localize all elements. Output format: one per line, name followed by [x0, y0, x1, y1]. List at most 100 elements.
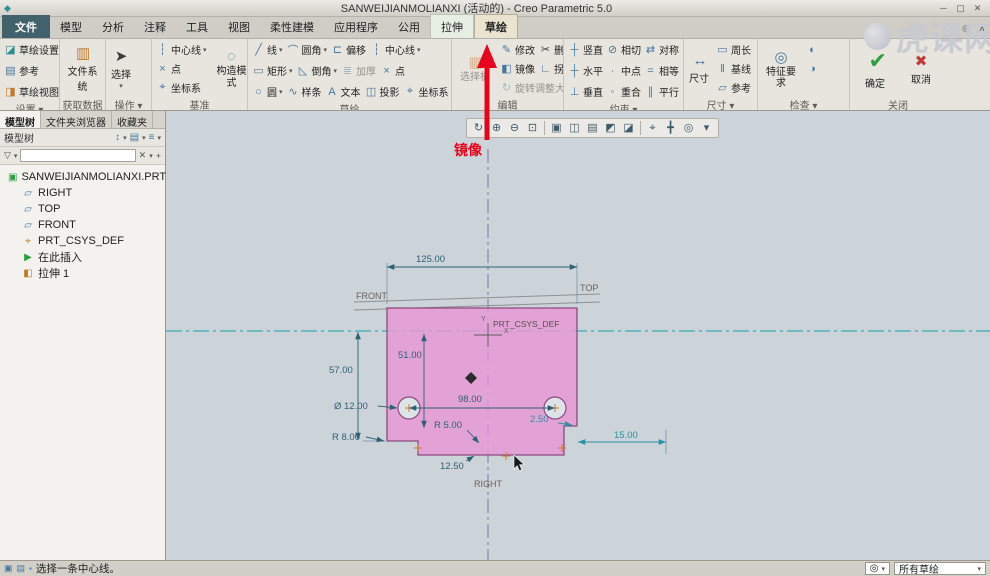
fillet-button[interactable]: ⌒ 圆角 ▾	[285, 40, 330, 59]
navigator-toggle-icon[interactable]: ▣	[4, 563, 13, 574]
tab-analysis[interactable]: 分析	[92, 15, 134, 38]
tab-annotate[interactable]: 注释	[134, 15, 176, 38]
tab-file[interactable]: 文件	[2, 15, 50, 38]
tree-item-front-plane[interactable]: ▱ FRONT	[0, 217, 165, 233]
datum-centerline-button[interactable]: ┆ 中心线 ▾	[154, 40, 209, 59]
tab-applications[interactable]: 应用程序	[324, 15, 388, 38]
saved-views-icon[interactable]: ▣	[548, 120, 565, 136]
point-display-icon[interactable]: ⌖	[644, 120, 661, 136]
references-button[interactable]: ▤ 参考	[2, 61, 57, 80]
filter-dropdown-caret-icon[interactable]: ▾	[149, 152, 153, 160]
tab-favorites[interactable]: 收藏夹	[112, 111, 153, 129]
refit-icon[interactable]: ⊡	[524, 120, 541, 136]
tree-item-right-plane[interactable]: ▱ RIGHT	[0, 185, 165, 201]
modify-button[interactable]: ✎ 修改	[498, 40, 537, 59]
repaint-icon[interactable]: ↻	[470, 120, 487, 136]
tab-folder-browser[interactable]: 文件夹浏览器	[41, 111, 112, 129]
palette-button[interactable]: ▦ 选择板	[454, 40, 496, 97]
tab-model[interactable]: 模型	[50, 15, 92, 38]
filter-clear-icon[interactable]: ✕	[139, 150, 147, 161]
file-system-button[interactable]: ▥ 文件系统	[62, 40, 103, 97]
ribbon-collapse-icon[interactable]: ∧	[974, 23, 990, 38]
offset-button[interactable]: ⊏ 偏移	[329, 40, 368, 59]
delete-segment-button[interactable]: ✂删除段	[537, 40, 563, 59]
horizontal-constraint-button[interactable]: ┼ 水平	[566, 61, 604, 80]
tab-extrude[interactable]: 拉伸	[430, 14, 474, 38]
sketch-section[interactable]	[386, 307, 578, 456]
dim-height[interactable]: 57.00	[329, 332, 385, 442]
tree-columns-caret-icon[interactable]: ▾	[142, 134, 146, 142]
sketch-setup-button[interactable]: ◪ 草绘设置	[2, 40, 59, 59]
tree-item-insert-here[interactable]: ▶ 在此插入	[0, 249, 165, 265]
tab-model-tree[interactable]: 模型树	[0, 111, 41, 129]
tangent-constraint-button[interactable]: ⊘ 相切	[604, 40, 642, 59]
tree-columns-icon[interactable]: ▤	[130, 132, 139, 143]
maximize-button[interactable]: ▢	[952, 3, 969, 14]
sketch-view-button[interactable]: ◨ 草绘视图	[2, 82, 59, 101]
project-button[interactable]: ◫ 投影	[363, 82, 402, 101]
csys-display-icon[interactable]: ╋	[662, 120, 679, 136]
tree-toggle-icon[interactable]: ↕	[115, 132, 120, 143]
tree-item-csys[interactable]: ⌖ PRT_CSYS_DEF	[0, 233, 165, 249]
parallel-constraint-button[interactable]: ∥ 平行	[642, 82, 680, 101]
feature-requirements-button[interactable]: ◎ 特征要求	[760, 40, 802, 97]
tree-settings-caret-icon[interactable]: ▾	[157, 134, 161, 142]
display-style-icon[interactable]: ◫	[566, 120, 583, 136]
sketch-point-button[interactable]: × 点	[378, 61, 407, 80]
datum-display-filter-icon[interactable]: ▤	[584, 120, 601, 136]
search-tool-button[interactable]: ◎ ▾	[864, 562, 890, 575]
chamfer-button[interactable]: ◺ 倒角 ▾	[295, 61, 340, 80]
corner-button[interactable]: ∟拐角	[537, 59, 563, 78]
cancel-button[interactable]: ✖ 取消	[900, 40, 942, 97]
dim-notch[interactable]: 12.50	[440, 455, 475, 472]
mirror-button[interactable]: ◧ 镜像	[498, 59, 537, 78]
browser-toggle-icon[interactable]: ▤	[17, 563, 26, 574]
tree-item-top-plane[interactable]: ▱ TOP	[0, 201, 165, 217]
ok-button[interactable]: ✔ 确定	[852, 40, 898, 97]
tree-item-part[interactable]: ▣ SANWEIJIANMOLIANXI.PRT	[0, 169, 166, 185]
tab-common[interactable]: 公用	[388, 15, 430, 38]
perimeter-button[interactable]: ▭ 周长	[714, 40, 753, 59]
graphics-area[interactable]: FRONT TOP RIGHT Y X PRT_CSYS_DEF 125.00 …	[166, 111, 990, 560]
tab-tools[interactable]: 工具	[176, 15, 218, 38]
filter-caret-icon[interactable]: ▾	[14, 152, 18, 160]
tab-flexible-modeling[interactable]: 柔性建模	[260, 15, 324, 38]
dim-edge-offset[interactable]: 15.00	[578, 430, 667, 454]
equal-constraint-button[interactable]: = 相等	[642, 61, 680, 80]
select-button[interactable]: ➤ 选择 ▾	[108, 40, 134, 97]
text-button[interactable]: A 文本	[324, 82, 363, 101]
line-button[interactable]: ╱ 线 ▾	[250, 40, 285, 59]
toolbar-more-icon[interactable]: ▾	[698, 120, 715, 136]
minimize-button[interactable]: ─	[935, 3, 952, 13]
spline-button[interactable]: ∿ 样条	[285, 82, 324, 101]
command-search-icon[interactable]: ◎	[958, 23, 974, 38]
annotation-display-icon[interactable]: ◎	[680, 120, 697, 136]
tree-filter-input[interactable]	[20, 149, 136, 162]
axis-display-icon[interactable]: ◪	[620, 120, 637, 136]
reference-dimension-button[interactable]: ▱ 参考	[714, 78, 753, 97]
tab-view[interactable]: 视图	[218, 15, 260, 38]
datum-point-button[interactable]: × 点	[154, 59, 209, 78]
baseline-button[interactable]: ‖ 基线	[714, 59, 753, 78]
tree-toggle-caret-icon[interactable]: ▾	[123, 134, 127, 142]
filter-funnel-icon[interactable]: ▽	[4, 150, 11, 161]
sketch-csys-button[interactable]: ⌖ 坐标系	[402, 82, 451, 101]
highlight-open-ends-button[interactable]: ◐	[804, 40, 821, 59]
construction-mode-button[interactable]: ◌ 构造模式	[211, 40, 247, 97]
rectangle-button[interactable]: ▭ 矩形 ▾	[250, 61, 295, 80]
front-plane-edge[interactable]	[353, 293, 601, 303]
datum-csys-button[interactable]: ⌖ 坐标系	[154, 78, 209, 97]
dim-width[interactable]: 125.00	[386, 254, 578, 304]
shade-closed-loops-button[interactable]: ◑	[804, 59, 821, 78]
selection-filter-dropdown[interactable]: 所有草绘 ▾	[894, 562, 986, 576]
thicken-button[interactable]: ≣ 加厚	[339, 61, 378, 80]
close-button[interactable]: ✕	[969, 3, 986, 14]
perpendicular-constraint-button[interactable]: ⊥ 垂直	[566, 82, 604, 101]
plane-display-icon[interactable]: ◩	[602, 120, 619, 136]
sketch-centerline-button[interactable]: ┆ 中心线 ▾	[368, 40, 423, 59]
tree-settings-icon[interactable]: ≡	[149, 132, 155, 143]
midpoint-constraint-button[interactable]: ∙ 中点	[604, 61, 642, 80]
symmetric-constraint-button[interactable]: ⇄ 对称	[642, 40, 680, 59]
dimension-button[interactable]: ↔ 尺寸	[686, 40, 712, 97]
zoom-in-icon[interactable]: ⊕	[488, 120, 505, 136]
